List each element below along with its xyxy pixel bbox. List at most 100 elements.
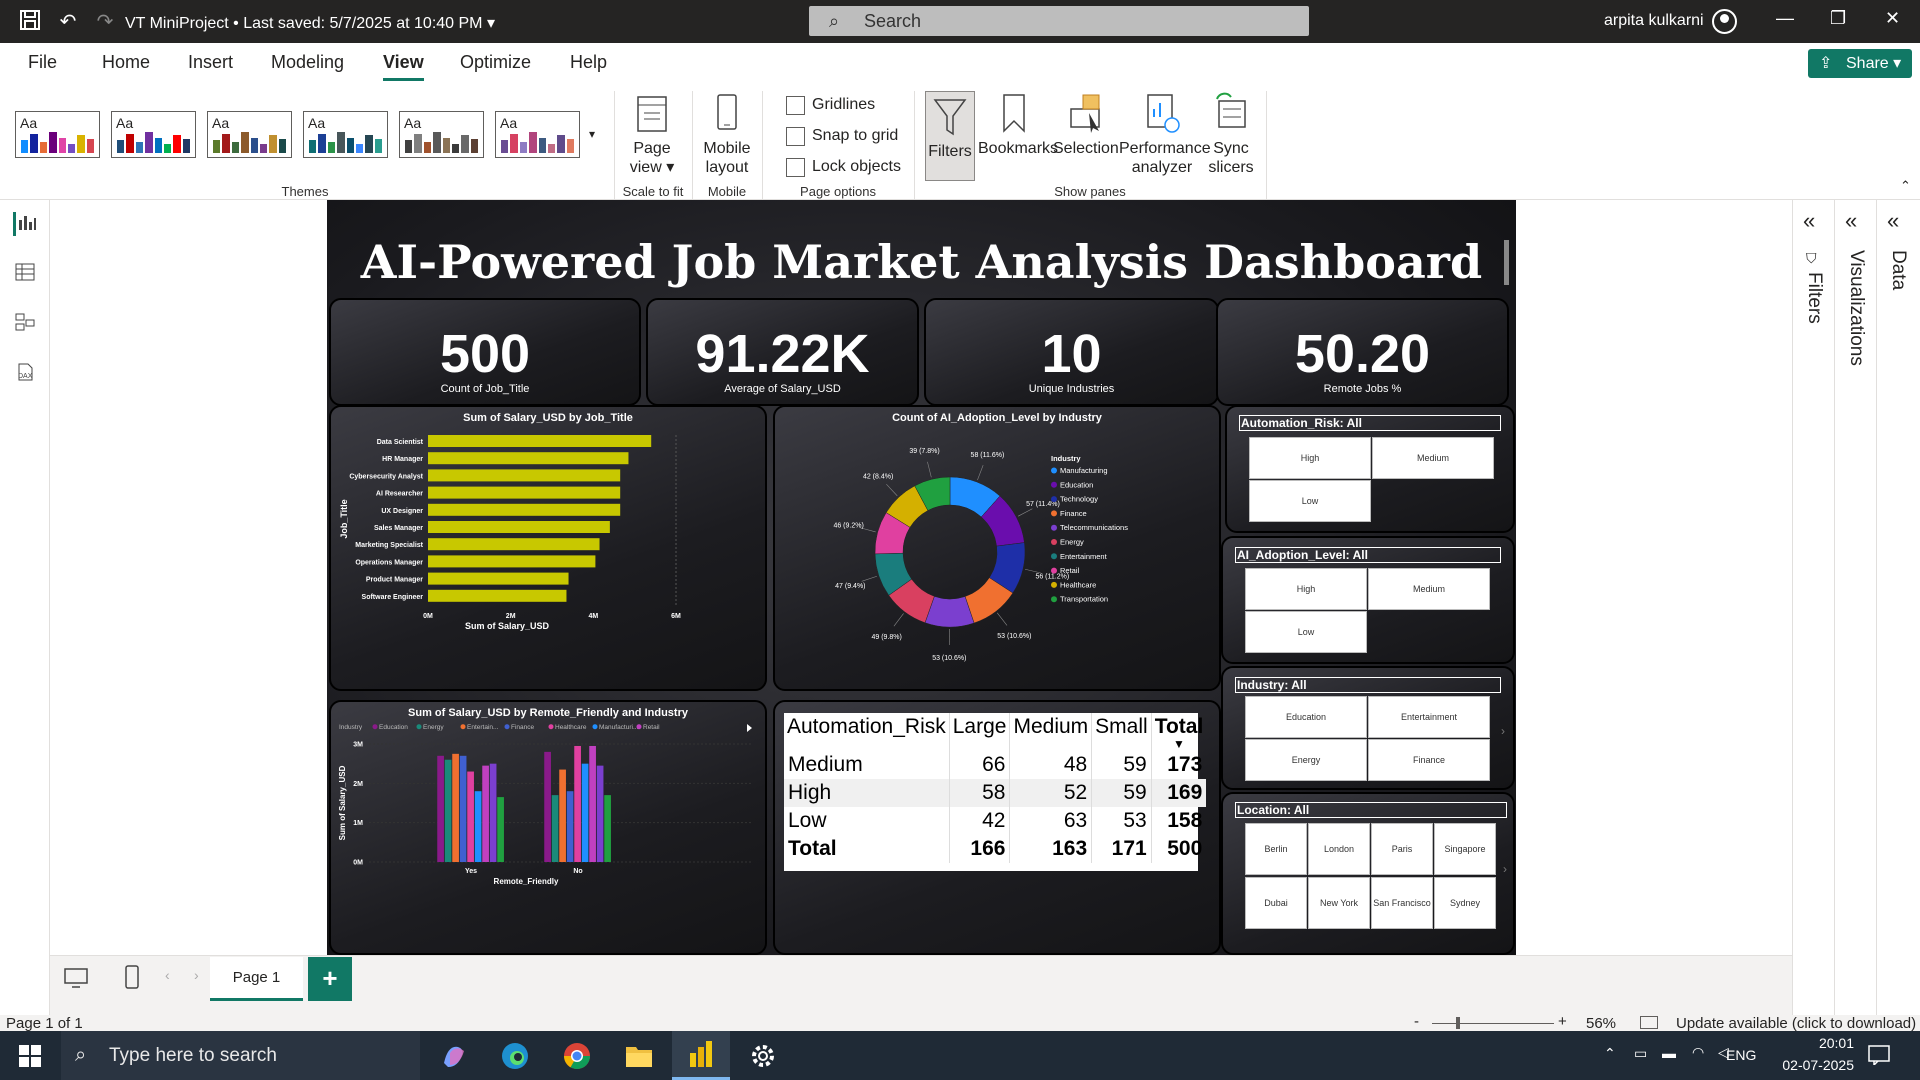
- bar[interactable]: [428, 572, 569, 585]
- theme-option[interactable]: Aa: [15, 111, 100, 158]
- table-view-icon[interactable]: [13, 262, 37, 286]
- column-bar[interactable]: [497, 797, 504, 862]
- table-total-row[interactable]: Total 166 163 171 500: [784, 835, 1206, 863]
- slicer-option[interactable]: Dubai: [1245, 877, 1307, 929]
- collapse-ribbon-icon[interactable]: ⌃: [1900, 178, 1911, 194]
- page-view-button[interactable]: Page view ▾: [622, 91, 682, 177]
- column-bar[interactable]: [544, 751, 551, 862]
- add-page-button[interactable]: +: [308, 957, 352, 1001]
- desktop-layout-icon[interactable]: [64, 968, 88, 993]
- slicer-option[interactable]: High: [1245, 568, 1367, 610]
- table-row[interactable]: High 58 52 59 169: [784, 779, 1207, 807]
- menu-file[interactable]: File: [28, 52, 57, 73]
- scroll-handle[interactable]: [1504, 240, 1509, 285]
- performance-analyzer-button[interactable]: Performance analyzer: [1119, 91, 1211, 177]
- legend-entry[interactable]: Education: [1060, 480, 1093, 489]
- tray-chevron-icon[interactable]: ⌃: [1604, 1045, 1616, 1062]
- expand-chevron-icon[interactable]: «: [1887, 208, 1899, 234]
- column-bar[interactable]: [559, 769, 566, 862]
- zoom-level[interactable]: 56%: [1586, 1015, 1616, 1032]
- legend-entry[interactable]: Education: [379, 724, 408, 731]
- legend-entry[interactable]: Finance: [1060, 509, 1087, 518]
- filters-pane-button[interactable]: Filters: [925, 91, 975, 181]
- column-bar[interactable]: [566, 791, 574, 862]
- slicer-option[interactable]: Sydney: [1434, 877, 1496, 929]
- undo-icon[interactable]: ↶: [55, 9, 81, 35]
- clock-time[interactable]: 20:01: [1786, 1035, 1854, 1051]
- column-bar[interactable]: [459, 755, 467, 862]
- selection-pane-button[interactable]: Selection: [1053, 91, 1119, 158]
- slicer-industry[interactable]: Industry: All Education Entertainment En…: [1221, 666, 1515, 790]
- slicer-option[interactable]: Entertainment: [1368, 696, 1490, 738]
- clock-date[interactable]: 02-07-2025: [1764, 1057, 1854, 1073]
- column-bar[interactable]: [474, 791, 482, 862]
- bar[interactable]: [428, 589, 567, 602]
- expand-chevron-icon[interactable]: «: [1803, 208, 1815, 234]
- close-icon[interactable]: ✕: [1885, 8, 1900, 29]
- theme-option[interactable]: Aa: [111, 111, 196, 158]
- menu-modeling[interactable]: Modeling: [271, 52, 344, 73]
- column-bar[interactable]: [574, 745, 581, 862]
- menu-help[interactable]: Help: [570, 52, 607, 73]
- slicer-option[interactable]: Finance: [1368, 739, 1490, 781]
- filters-pane[interactable]: « ⛉ Filters: [1793, 200, 1835, 1015]
- sync-slicers-button[interactable]: Sync slicers: [1205, 91, 1257, 177]
- slicer-title[interactable]: Location: All: [1235, 802, 1507, 818]
- column-bar[interactable]: [596, 765, 604, 862]
- legend-entry[interactable]: Healthcare: [555, 724, 587, 731]
- legend-entry[interactable]: Finance: [511, 724, 535, 731]
- next-page-icon[interactable]: ›: [194, 967, 199, 983]
- minimize-icon[interactable]: —: [1776, 8, 1794, 29]
- legend-entry[interactable]: Retail: [1060, 566, 1080, 575]
- slicer-option[interactable]: Education: [1245, 696, 1367, 738]
- legend-entry[interactable]: Energy: [1060, 538, 1084, 547]
- matrix-header[interactable]: Automation_Risk: [784, 713, 950, 751]
- bar[interactable]: [428, 486, 621, 499]
- mobile-layout-button[interactable]: Mobile layout: [698, 91, 756, 177]
- share-button[interactable]: ⇪ Share ▾: [1808, 49, 1912, 78]
- avatar[interactable]: [1712, 9, 1737, 34]
- slicer-title[interactable]: Automation_Risk: All: [1239, 415, 1501, 431]
- matrix-header[interactable]: Small: [1091, 713, 1152, 751]
- menu-insert[interactable]: Insert: [188, 52, 233, 73]
- legend-next-icon[interactable]: [747, 724, 752, 732]
- bar[interactable]: [428, 555, 596, 568]
- copilot-icon[interactable]: [424, 1031, 482, 1080]
- bar[interactable]: [428, 503, 621, 516]
- column-bar[interactable]: [551, 795, 559, 862]
- bar[interactable]: [428, 538, 600, 551]
- file-explorer-icon[interactable]: [610, 1031, 668, 1080]
- themes-expand-icon[interactable]: ▾: [582, 99, 602, 169]
- slicer-scroll-icon[interactable]: ›: [1503, 862, 1507, 876]
- notifications-icon[interactable]: [1868, 1045, 1890, 1068]
- slicer-automation-risk[interactable]: Automation_Risk: All High Medium Low: [1225, 405, 1515, 533]
- legend-entry[interactable]: Telecommunications: [1060, 523, 1128, 532]
- language-indicator[interactable]: ENG: [1726, 1047, 1756, 1063]
- taskbar-search[interactable]: ⌕ Type here to search: [61, 1031, 420, 1080]
- legend-entry[interactable]: Entertain...: [467, 724, 499, 731]
- search-input[interactable]: ⌕ Search: [809, 6, 1309, 36]
- bar[interactable]: [428, 521, 610, 533]
- slicer-title[interactable]: Industry: All: [1235, 677, 1501, 693]
- kpi-card-job-count[interactable]: 500 Count of Job_Title: [329, 298, 641, 406]
- restore-icon[interactable]: ❐: [1830, 8, 1846, 29]
- zoom-in-icon[interactable]: +: [1558, 1013, 1567, 1030]
- edge-icon[interactable]: [486, 1031, 544, 1080]
- legend-entry[interactable]: Retail: [643, 724, 660, 731]
- prev-page-icon[interactable]: ‹: [165, 967, 170, 983]
- column-bar[interactable]: [452, 753, 459, 862]
- bar[interactable]: [428, 435, 652, 447]
- column-bar[interactable]: [437, 755, 444, 862]
- slicer-option[interactable]: San Francisco: [1371, 877, 1433, 929]
- slicer-option[interactable]: Energy: [1245, 739, 1367, 781]
- matrix-table[interactable]: Automation_Risk Large Medium Small Total…: [784, 713, 1207, 871]
- slicer-option[interactable]: Medium: [1368, 568, 1490, 610]
- zoom-slider[interactable]: [1432, 1023, 1554, 1024]
- page-tab[interactable]: Page 1: [210, 957, 303, 1001]
- settings-gear-icon[interactable]: [734, 1031, 792, 1080]
- windows-start-icon[interactable]: [19, 1045, 41, 1072]
- zoom-out-icon[interactable]: -: [1414, 1013, 1419, 1030]
- legend-entry[interactable]: Entertainment: [1060, 552, 1108, 561]
- slicer-scroll-icon[interactable]: ›: [1501, 724, 1505, 738]
- column-bar[interactable]: [589, 745, 596, 862]
